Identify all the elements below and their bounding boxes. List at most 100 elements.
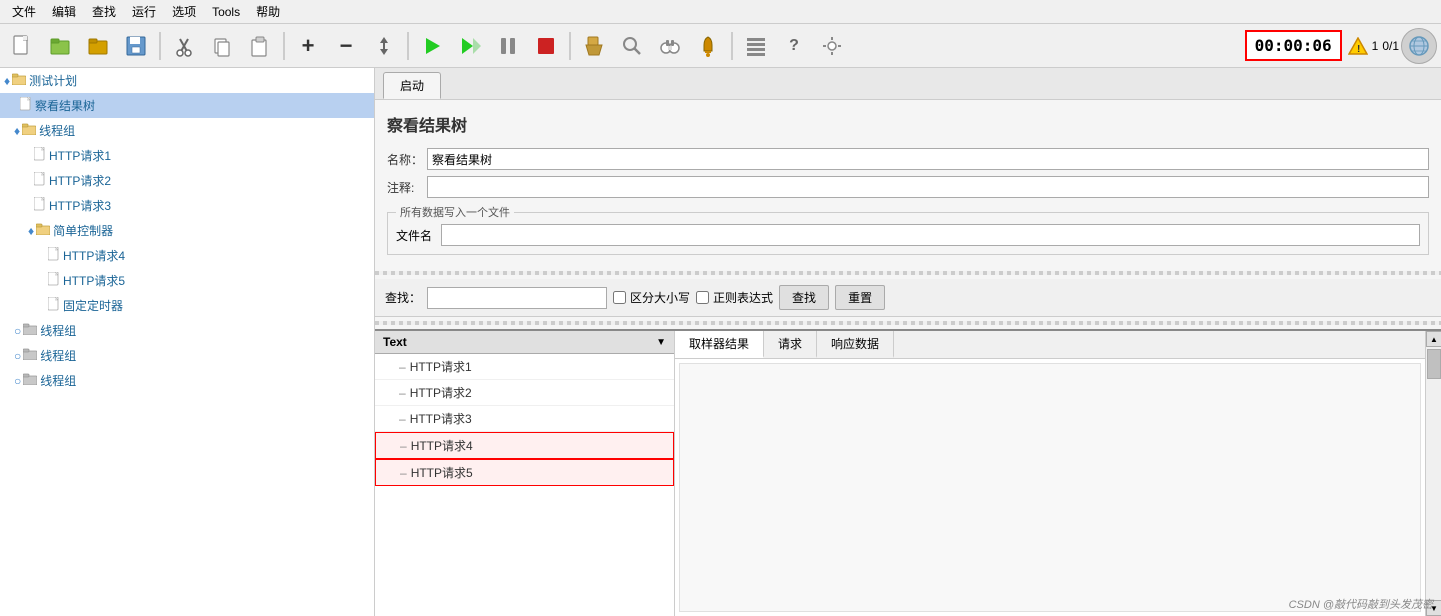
find-button[interactable]: 查找 [779, 285, 829, 310]
tree-node-thread1[interactable]: ♦ 线程组 [0, 118, 374, 143]
result-item-3[interactable]: – HTTP请求3 [375, 406, 674, 432]
menu-find[interactable]: 查找 [84, 1, 124, 22]
copy-button[interactable] [204, 28, 240, 64]
menu-file[interactable]: 文件 [4, 1, 44, 22]
folder-icon-thread2 [23, 323, 37, 338]
remove-button[interactable]: − [328, 28, 364, 64]
tab-request[interactable]: 请求 [764, 331, 817, 358]
result-label-4: HTTP请求4 [411, 437, 473, 454]
tree-label-http5: HTTP请求5 [63, 272, 125, 289]
run-partial-button[interactable] [452, 28, 488, 64]
stop-button[interactable] [528, 28, 564, 64]
separator-2 [283, 32, 285, 60]
tree-node-http1[interactable]: HTTP请求1 [0, 143, 374, 168]
search-label: 查找： [385, 289, 421, 306]
tree-node-thread2[interactable]: ○ 线程组 [0, 318, 374, 343]
save-template-button[interactable] [80, 28, 116, 64]
new-button[interactable] [4, 28, 40, 64]
tab-response-data[interactable]: 响应数据 [817, 331, 894, 358]
tree-label-http1: HTTP请求1 [49, 147, 111, 164]
results-area: Text ▼ – HTTP请求1 – HTTP请求2 – HTTP请求3 – [375, 329, 1441, 616]
help-button[interactable]: ? [776, 28, 812, 64]
open-button[interactable] [42, 28, 78, 64]
warning-badge: ! 1 [1348, 37, 1379, 55]
tree-node-timer[interactable]: 固定定时器 [0, 293, 374, 318]
bell-button[interactable] [690, 28, 726, 64]
results-list-header: Text ▼ [375, 331, 674, 354]
right-panel: 启动 察看结果树 名称： 注释: 所有数据写入一个文件 文件名 [375, 68, 1441, 616]
timer-display: 00:00:06 [1245, 30, 1342, 61]
result-item-5[interactable]: – HTTP请求5 [375, 459, 674, 486]
run-button[interactable] [414, 28, 450, 64]
scroll-up-arrow[interactable]: ▲ [1426, 331, 1441, 347]
search-toolbar-button[interactable] [614, 28, 650, 64]
result-tabs-area: 取样器结果 请求 响应数据 [675, 331, 1425, 616]
result-content-area [679, 363, 1421, 612]
list-button[interactable] [738, 28, 774, 64]
clear-button[interactable] [576, 28, 612, 64]
cut-button[interactable] [166, 28, 202, 64]
tab-sampler-result[interactable]: 取样器结果 [675, 331, 764, 358]
paste-button[interactable] [242, 28, 278, 64]
menu-tools[interactable]: Tools [204, 3, 248, 21]
tab-start[interactable]: 启动 [383, 72, 441, 99]
search-bar: 查找： 区分大小写 正则表达式 查找 重置 [375, 279, 1441, 317]
separator-4 [569, 32, 571, 60]
regex-checkbox[interactable] [696, 291, 709, 304]
tree-node-simple[interactable]: ♦ 简单控制器 [0, 218, 374, 243]
result-label-5: HTTP请求5 [411, 464, 473, 481]
result-item-4[interactable]: – HTTP请求4 [375, 432, 674, 459]
filename-label: 文件名 [396, 227, 441, 244]
filename-input[interactable] [441, 224, 1420, 246]
pause-button[interactable] [490, 28, 526, 64]
globe-button[interactable] [1401, 28, 1437, 64]
comment-input[interactable] [427, 176, 1429, 198]
comment-label: 注释: [387, 179, 427, 196]
file-icon-http2 [34, 172, 46, 189]
regex-group: 正则表达式 [696, 289, 773, 306]
watermark: CSDN @敲代码敲到头发茂密 [1289, 596, 1433, 612]
tree-node-plan[interactable]: ♦ 测试计划 [0, 68, 374, 93]
tree-label-thread4: 线程组 [40, 372, 76, 389]
tree-node-thread3[interactable]: ○ 线程组 [0, 343, 374, 368]
tab-header: 启动 [375, 68, 1441, 100]
tree-node-http3[interactable]: HTTP请求3 [0, 193, 374, 218]
move-button[interactable] [366, 28, 402, 64]
file-icon-http1 [34, 147, 46, 164]
column-dropdown-arrow[interactable]: ▼ [656, 337, 666, 348]
tree-label-thread2: 线程组 [40, 322, 76, 339]
file-icon-timer [48, 297, 60, 314]
toolbar: + − ? 00:00:06 [0, 24, 1441, 68]
menu-help[interactable]: 帮助 [248, 1, 288, 22]
search-input[interactable] [427, 287, 607, 309]
warning-count: 1 [1372, 39, 1379, 53]
settings-button[interactable] [814, 28, 850, 64]
tree-node-thread4[interactable]: ○ 线程组 [0, 368, 374, 393]
result-item-1[interactable]: – HTTP请求1 [375, 354, 674, 380]
case-sensitive-checkbox[interactable] [613, 291, 626, 304]
section-divider-1 [375, 271, 1441, 275]
tree-node-view-result[interactable]: 察看结果树 [0, 93, 374, 118]
reset-button[interactable]: 重置 [835, 285, 885, 310]
tree-node-http5[interactable]: HTTP请求5 [0, 268, 374, 293]
menu-edit[interactable]: 编辑 [44, 1, 84, 22]
scroll-thumb[interactable] [1427, 349, 1441, 379]
case-sensitive-label: 区分大小写 [630, 289, 690, 306]
add-button[interactable]: + [290, 28, 326, 64]
tree-node-http4[interactable]: HTTP请求4 [0, 243, 374, 268]
menu-options[interactable]: 选项 [164, 1, 204, 22]
save-button[interactable] [118, 28, 154, 64]
tree-connector-thread3: ○ [14, 349, 21, 363]
name-input[interactable] [427, 148, 1429, 170]
tree-label-http3: HTTP请求3 [49, 197, 111, 214]
menu-run[interactable]: 运行 [124, 1, 164, 22]
binoculars-button[interactable] [652, 28, 688, 64]
right-scrollbar: ▲ ▼ [1425, 331, 1441, 616]
tree-node-http2[interactable]: HTTP请求2 [0, 168, 374, 193]
result-label-3: HTTP请求3 [410, 410, 472, 427]
tree-connector-thread2: ○ [14, 324, 21, 338]
folder-icon-plan [12, 73, 26, 88]
folder-icon-thread3 [23, 348, 37, 363]
result-item-2[interactable]: – HTTP请求2 [375, 380, 674, 406]
separator-5 [731, 32, 733, 60]
